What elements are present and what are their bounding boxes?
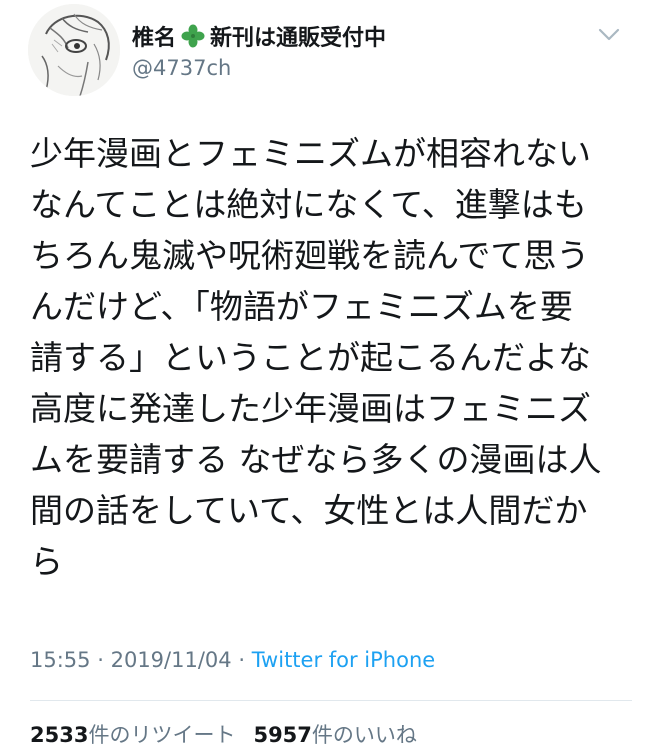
display-name: 椎名 xyxy=(132,26,177,51)
likes-stat[interactable]: 5957件のいいね xyxy=(253,723,416,747)
display-name-suffix: 新刊は通販受付中 xyxy=(210,26,387,51)
divider xyxy=(30,700,632,701)
tweet-line: 請する」ということが起こるんだよな xyxy=(30,338,591,377)
tweet-line: ら xyxy=(30,542,63,581)
retweets-count: 2533 xyxy=(30,723,89,747)
tweet-line: なんてことは絶対になくて、進撃はも xyxy=(30,185,587,224)
tweet-time: 15:55 xyxy=(30,648,91,672)
likes-label: 件のいいね xyxy=(311,723,417,747)
avatar-illustration xyxy=(28,4,120,96)
tweet-line: 高度に発達した少年漫画はフェミニズ xyxy=(30,389,591,428)
user-handle[interactable]: @4737ch xyxy=(132,56,231,80)
tweet-date: 2019/11/04 xyxy=(110,648,232,672)
retweets-stat[interactable]: 2533件のリツイート xyxy=(30,723,235,747)
tweet-source-link[interactable]: Twitter for iPhone xyxy=(252,648,436,672)
tweet-line: 少年漫画とフェミニズムが相容れない xyxy=(30,134,591,173)
tweet-stats: 2533件のリツイート 5957件のいいね xyxy=(30,719,417,749)
tweet-line: ムを要請する なぜなら多くの漫画は人 xyxy=(30,440,602,479)
meta-separator: · xyxy=(238,648,246,672)
retweets-label: 件のリツイート xyxy=(88,723,236,747)
four-leaf-clover-icon xyxy=(180,23,206,49)
avatar[interactable] xyxy=(28,4,120,96)
tweet-text: 少年漫画とフェミニズムが相容れない なんてことは絶対になくて、進撃はも ちろん鬼… xyxy=(30,128,625,587)
chevron-down-icon[interactable] xyxy=(598,28,620,42)
tweet-line: 間の話をしていて、女性とは人間だか xyxy=(30,491,588,530)
tweet-meta: 15:55 · 2019/11/04 · Twitter for iPhone xyxy=(30,648,435,672)
likes-count: 5957 xyxy=(253,723,312,747)
display-name-row[interactable]: 椎名 新刊は通販受付中 xyxy=(132,20,386,52)
tweet-line: んだけど、「物語がフェミニズムを要 xyxy=(30,287,573,326)
tweet-line: ちろん鬼滅や呪術廻戦を読んでて思う xyxy=(30,236,590,275)
meta-separator: · xyxy=(97,648,104,672)
